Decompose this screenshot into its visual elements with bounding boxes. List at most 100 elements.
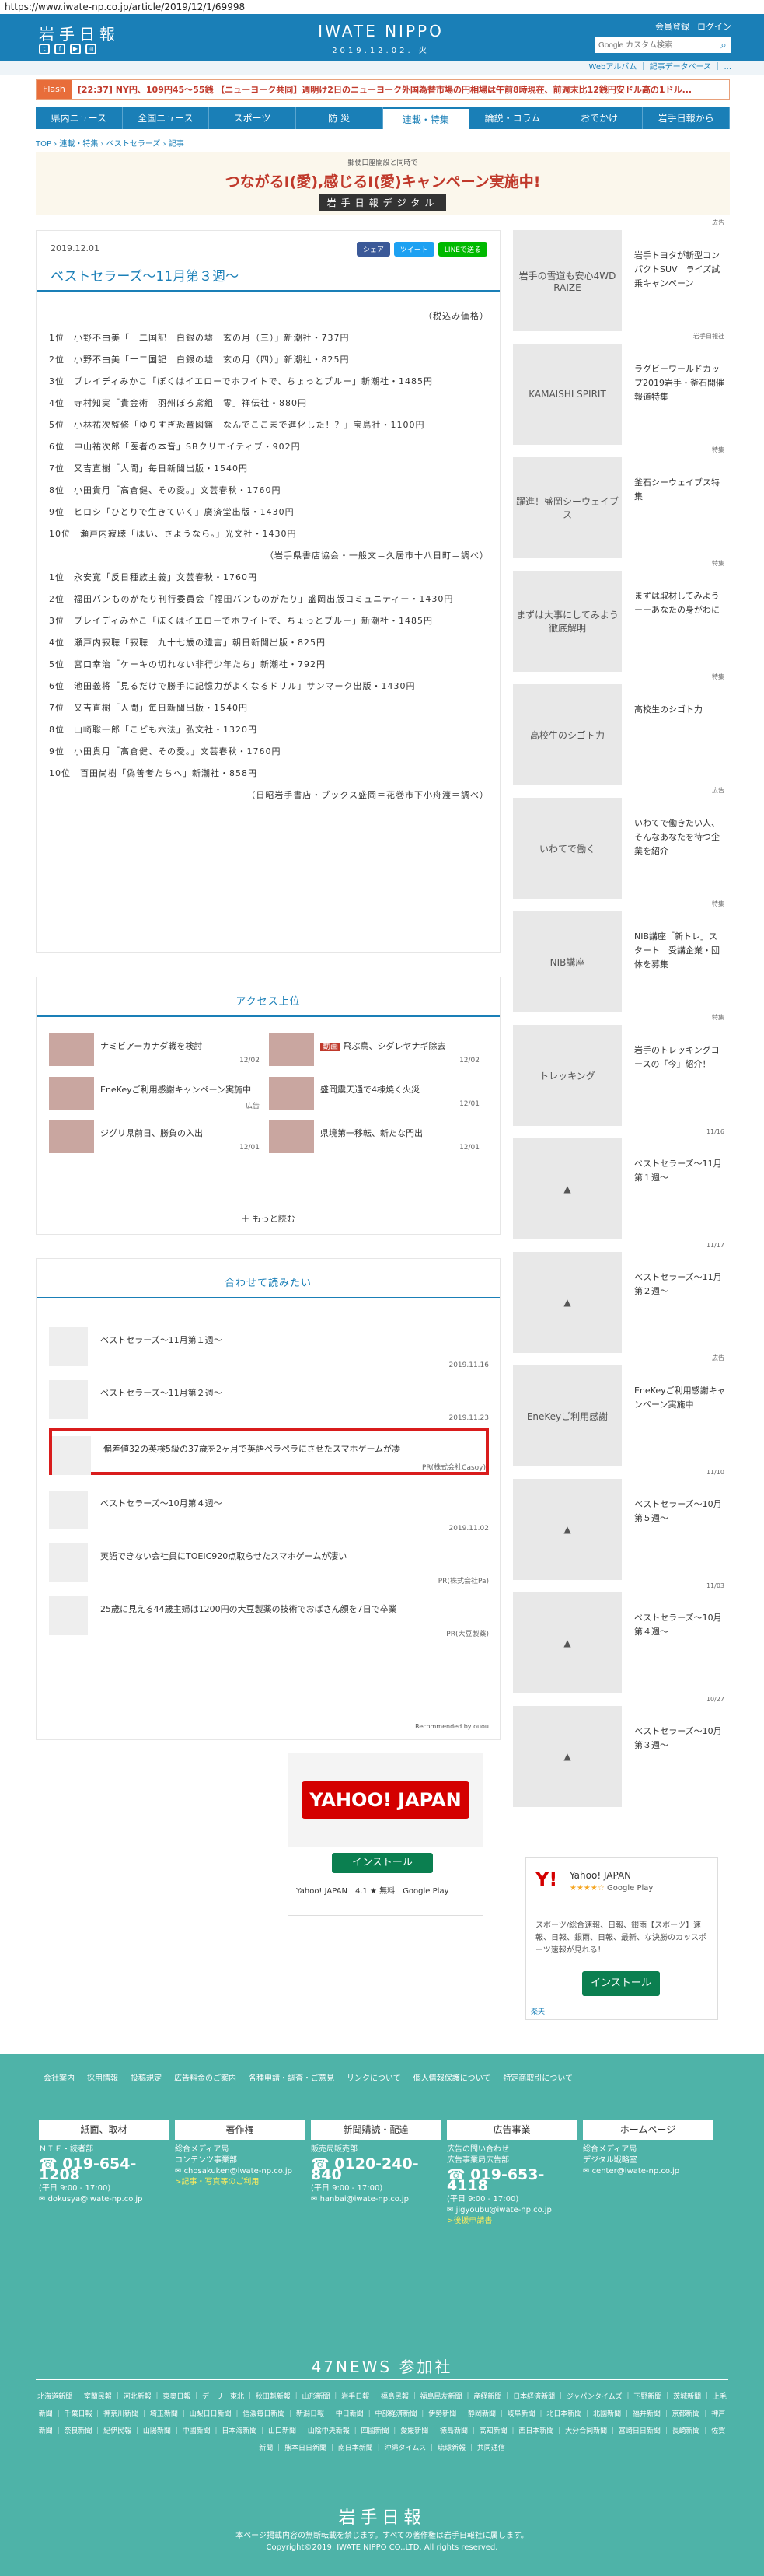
twitter-share-button[interactable]: ツイート [393,242,434,257]
sidebar-thumbnail: ▲ [513,1592,622,1693]
member-register-link[interactable]: 会員登録 [655,20,689,33]
sidebar-thumbnail: KAMAISHI SPIRIT [513,344,622,445]
related-item[interactable]: ベストセラーズ〜10月第４週〜 2019.11.02 [49,1486,489,1533]
article-line: 5位 小林祐次監修「ゆりすぎ恐竜図鑑 なんでここまで進化した！？」宝島社・110… [49,420,425,430]
footer-link[interactable]: 投稿規定 [131,2071,162,2083]
related-item[interactable]: 25歳に見える44歳主婦は1200円の大豆製薬の技術でおばさん顔を7日で卒業 PR… [49,1592,489,1638]
sidebar-item-label: 広告 [712,219,724,226]
recommended-by[interactable]: Recommended by ouou [415,1723,489,1730]
footer-link[interactable]: リンクについて [347,2071,401,2083]
sidebar-item-label: 11/03 [706,1582,724,1589]
email-link[interactable]: ✉ jigyoubu@iwate-np.co.jp [447,2205,577,2216]
phone-number[interactable]: ☎ 019-654-1208 [39,2157,169,2183]
footer-contact-column: 新聞購読・配達 販売局販売部 ☎ 0120-240-840 (平日 9:00 - 17… [311,2120,441,2227]
access-item[interactable]: 動画 飛ぶ鳥、シダレヤナギ除去 12/02 [269,1030,489,1074]
facebook-icon[interactable]: f [54,44,65,54]
sidebar-thumbnail-text: EneKeyご利用感謝 [526,1410,609,1422]
youtube-icon[interactable]: ▶ [70,44,81,54]
footer-link[interactable]: 採用情報 [87,2071,118,2083]
article-line: （税込み価格） [424,311,489,321]
nav-item[interactable]: 連載・特集 [382,107,470,129]
access-item[interactable]: ナミビアーカナダ戦を検討 12/02 [49,1030,269,1074]
twitter-icon[interactable]: t [39,44,50,54]
footer-contact-line: 総合メディア局 [583,2145,637,2154]
related-thumbnail [49,1327,88,1366]
search-input[interactable] [595,37,716,53]
email-link[interactable]: ✉ center@iwate-np.co.jp [583,2166,713,2177]
related-item-title: 偏差値32の英検5級の37歳を2ヶ月で英語ペラペラにさせたスマホゲームが凄 [103,1444,401,1454]
sidebar-thumbnail: ▲ [513,1479,622,1580]
nav-item[interactable]: 岩手日報から [643,107,730,129]
mail-icon: ✉ [447,2206,456,2214]
email-link[interactable]: ✉ dokusya@iwate-np.co.jp [39,2194,169,2205]
center-logo[interactable]: IWATE NIPPO 2019.12.02. 火 [303,22,459,55]
footer-note-link[interactable]: >記事・写真等のご利用 [175,2177,305,2188]
banner-headline: つながるI(愛),感じるI(愛)キャンペーン実施中! [225,173,541,190]
email-address: center@iwate-np.co.jp [591,2167,680,2176]
footer-link[interactable]: 会社案内 [44,2071,75,2083]
footer-link[interactable]: 広告料金のご案内 [174,2071,236,2083]
sidebar-thumbnail: トレッキング [513,1025,622,1126]
47news-papers[interactable]: 北海道新聞 ｜ 室蘭民報 ｜ 河北新報 ｜ 東奥日報 ｜ デーリー東北 ｜ 秋田… [36,2389,728,2457]
campaign-banner[interactable]: 郵便口座開設と同時で つながるI(愛),感じるI(愛)キャンペーン実施中! 岩手… [36,152,730,215]
article-line: 8位 山崎聡一郎「こども六法」弘文社・1320円 [49,725,257,735]
site-logo[interactable]: 岩手日報 [39,22,120,44]
site-footer: 会社案内 採用情報 投稿規定 広告料金のご案内 各種申請・調査・ご意見 リンクについて 個人… [0,2054,764,2576]
sidebar-item-title: ベストセラーズ〜10月第５週〜 [634,1499,722,1523]
nav-item[interactable]: 全国ニュース [123,107,210,129]
phone-number[interactable]: ☎ 0120-240-840 [311,2157,441,2183]
breadcrumb[interactable]: TOP › 連載・特集 › ベストセラーズ › 記事 [36,137,184,149]
sub-links-bar[interactable]: Webアルバム ｜ 記事データベース ｜ ... [0,61,764,75]
footer-link[interactable]: 各種申請・調査・ご意見 [249,2071,334,2083]
install-button[interactable]: インストール [582,1971,660,1996]
nav-item[interactable]: 県内ニュース [36,107,123,129]
nav-item[interactable]: 論説・コラム [469,107,556,129]
access-item[interactable]: ジグリ県前日、勝負の入出 12/01 [49,1117,269,1161]
url-bar[interactable]: https://www.iwate-np.co.jp/article/2019/… [0,0,764,14]
related-item[interactable]: 英語できない会社員にTOEIC920点取らせたスマホゲームが凄い PR(株式会社P… [49,1539,489,1585]
footer-contact-column: 著作権 総合メディア局 コンテンツ事業部 ✉ chosakuken@iwate-np.… [175,2120,305,2227]
more-link[interactable]: ＋ もっと読む [37,1212,500,1225]
email-link[interactable]: ✉ chosakuken@iwate-np.co.jp [175,2166,305,2177]
related-item[interactable]: 偏差値32の英検5級の37歳を2ヶ月で英語ペラペラにさせたスマホゲームが凄 PR(… [49,1428,489,1475]
yahoo-ad[interactable]: YAHOO! JAPAN インストール Yahoo! JAPAN 4.1 ★ 無… [288,1753,483,1916]
footer-links: 会社案内 採用情報 投稿規定 広告料金のご案内 各種申請・調査・ご意見 リンクについて 個人… [44,2071,619,2083]
login-link[interactable]: ログイン [697,20,731,33]
search-icon[interactable]: ⌕ [716,37,731,53]
related-item-title: ベストセラーズ〜10月第４週〜 [100,1498,222,1508]
access-item[interactable]: 盛岡震天通で4棟焼く火災 12/01 [269,1074,489,1117]
related-item-date: 2019.11.16 [448,1361,489,1369]
footer-link[interactable]: 特定商取引について [503,2071,573,2083]
yahoo-side-ad[interactable]: Y! Yahoo! JAPAN ★★★★☆ Google Play スポーツ/総… [525,1857,718,2020]
article: 2019.12.01 シェア ツイート LINEで送る ベストセラーズ〜11月第… [36,230,501,953]
access-item[interactable]: 県境第一移転、新たな門出 12/01 [269,1117,489,1161]
footer-contact-line: デジタル戦略室 [583,2156,637,2165]
ad-app-name: Yahoo! JAPAN [570,1870,632,1881]
access-item[interactable]: EneKeyご利用感謝キャンペーン実施中 広告 [49,1074,269,1117]
install-button[interactable]: インストール [332,1853,433,1873]
facebook-share-button[interactable]: シェア [356,242,390,257]
access-item-text: 飛ぶ鳥、シダレヤナギ除去 [343,1041,446,1051]
footer-contact-line: 広告事業局広告部 [447,2156,509,2165]
footer-link[interactable]: 個人情報保護について [413,2071,491,2083]
nav-item[interactable]: おでかけ [556,107,644,129]
related-item-title: ベストセラーズ〜11月第２週〜 [100,1388,222,1398]
nav-item[interactable]: 防 災 [296,107,383,129]
phone-number[interactable]: ☎ 019-653-4118 [447,2168,577,2193]
line-share-button[interactable]: LINEで送る [438,242,487,257]
ad-footer-label[interactable]: 楽天 [531,2006,545,2016]
nav-item[interactable]: スポーツ [209,107,296,129]
site-header: 岩手日報 t f ▶ ◎ IWATE NIPPO 2019.12.02. 火 会… [0,14,764,61]
sidebar-item-label: 10/27 [706,1696,724,1703]
email-link[interactable]: ✉ hanbai@iwate-np.co.jp [311,2194,441,2205]
footer-note-link[interactable]: >後援申請書 [447,2216,577,2227]
47news-divider [36,2379,728,2380]
flash-news-ticker[interactable]: Flash [22:37] NY円、109円45～55銭 【ニューヨーク共同】週… [36,79,730,100]
related-item[interactable]: ベストセラーズ〜11月第２週〜 2019.11.23 [49,1375,489,1422]
flash-text[interactable]: [22:37] NY円、109円45～55銭 【ニューヨーク共同】週明け2日のニ… [78,83,692,96]
related-item[interactable]: ベストセラーズ〜11月第１週〜 2019.11.16 [49,1323,489,1369]
access-item-text: 盛岡震天通で4棟焼く火災 [320,1085,420,1095]
article-line: 1位 小野不由美「十二国記 白銀の墟 玄の月（三）」新潮社・737円 [49,333,350,343]
instagram-icon[interactable]: ◎ [85,44,96,54]
access-ranking-list: ナミビアーカナダ戦を検討 12/02 動画 飛ぶ鳥、シダレヤナギ除去 12/02 Ene… [49,1030,489,1161]
